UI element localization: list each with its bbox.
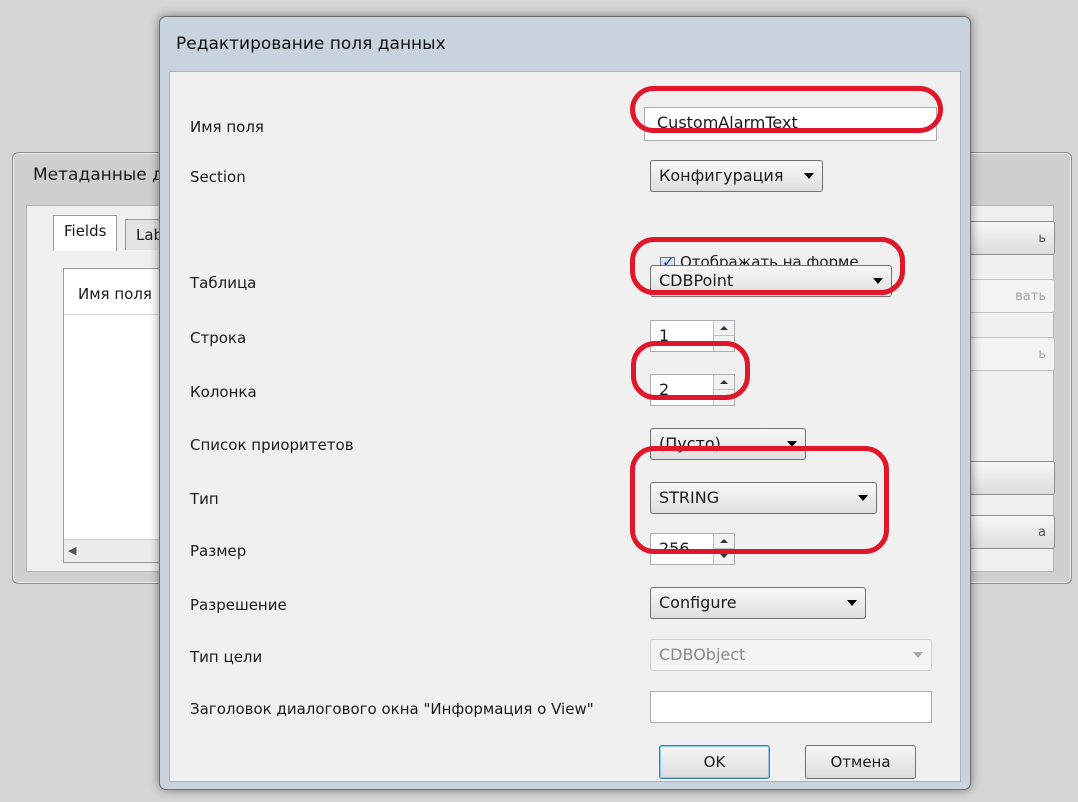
chevron-down-icon xyxy=(858,495,868,501)
fields-list[interactable]: Имя поля ◀ xyxy=(63,268,183,563)
ok-button[interactable]: OK xyxy=(659,745,770,779)
spin-up-icon[interactable] xyxy=(714,375,734,390)
column-label: Колонка xyxy=(190,383,257,401)
spin-down-icon[interactable] xyxy=(714,390,734,405)
row-value: 1 xyxy=(659,326,670,345)
field-name-input[interactable]: CustomAlarmText xyxy=(644,107,937,141)
priority-list-value: (Пусто) xyxy=(659,434,721,453)
permission-value: Configure xyxy=(659,593,737,612)
view-dialog-title-label: Заголовок диалогового окна "Информация о… xyxy=(190,700,594,718)
priority-list-label: Список приоритетов xyxy=(190,436,354,454)
row-label: Строка xyxy=(190,329,247,347)
size-value: 256 xyxy=(659,539,690,558)
type-select[interactable]: STRING xyxy=(650,482,877,514)
chevron-down-icon xyxy=(873,278,883,284)
spin-up-icon[interactable] xyxy=(714,534,734,549)
table-value: CDBPoint xyxy=(659,271,734,290)
permission-select[interactable]: Configure xyxy=(650,587,866,619)
section-select[interactable]: Конфигурация xyxy=(650,160,823,192)
target-type-select: CDBObject xyxy=(650,639,932,671)
chevron-down-icon xyxy=(804,173,814,179)
size-label: Размер xyxy=(190,542,247,560)
size-spinner[interactable]: 256 xyxy=(650,533,735,565)
cancel-button[interactable]: Отмена xyxy=(805,745,916,779)
metadata-window-title: Метаданные д xyxy=(33,165,164,185)
size-spinner-buttons[interactable] xyxy=(713,534,734,564)
spin-up-icon[interactable] xyxy=(714,321,734,336)
edit-data-field-dialog: Редактирование поля данных Имя поля Cust… xyxy=(159,16,971,790)
table-label: Таблица xyxy=(190,274,257,292)
fields-list-scrollbar[interactable]: ◀ xyxy=(64,539,169,562)
target-type-value: CDBObject xyxy=(659,645,746,664)
spin-down-icon[interactable] xyxy=(714,336,734,351)
dialog-title: Редактирование поля данных xyxy=(176,34,446,54)
section-label: Section xyxy=(190,168,246,186)
type-value: STRING xyxy=(659,488,720,507)
chevron-down-icon xyxy=(787,441,797,447)
row-spinner[interactable]: 1 xyxy=(650,320,735,352)
tab-fields[interactable]: Fields xyxy=(53,215,118,251)
field-name-label: Имя поля xyxy=(190,118,264,136)
view-dialog-title-input[interactable] xyxy=(650,691,932,723)
column-spinner-buttons[interactable] xyxy=(713,375,734,405)
type-label: Тип xyxy=(190,490,219,508)
section-value: Конфигурация xyxy=(659,166,784,185)
chevron-down-icon xyxy=(847,600,857,606)
column-value: 2 xyxy=(659,380,670,399)
target-type-label: Тип цели xyxy=(190,648,263,666)
permission-label: Разрешение xyxy=(190,596,287,614)
row-spinner-buttons[interactable] xyxy=(713,321,734,351)
table-select[interactable]: CDBPoint xyxy=(650,265,892,297)
column-spinner[interactable]: 2 xyxy=(650,374,735,406)
priority-list-select[interactable]: (Пусто) xyxy=(650,428,806,460)
spin-down-icon[interactable] xyxy=(714,549,734,564)
chevron-down-icon xyxy=(913,652,923,658)
dialog-body: Имя поля CustomAlarmText Section Конфигу… xyxy=(169,71,961,782)
scroll-left-icon[interactable]: ◀ xyxy=(68,544,76,557)
